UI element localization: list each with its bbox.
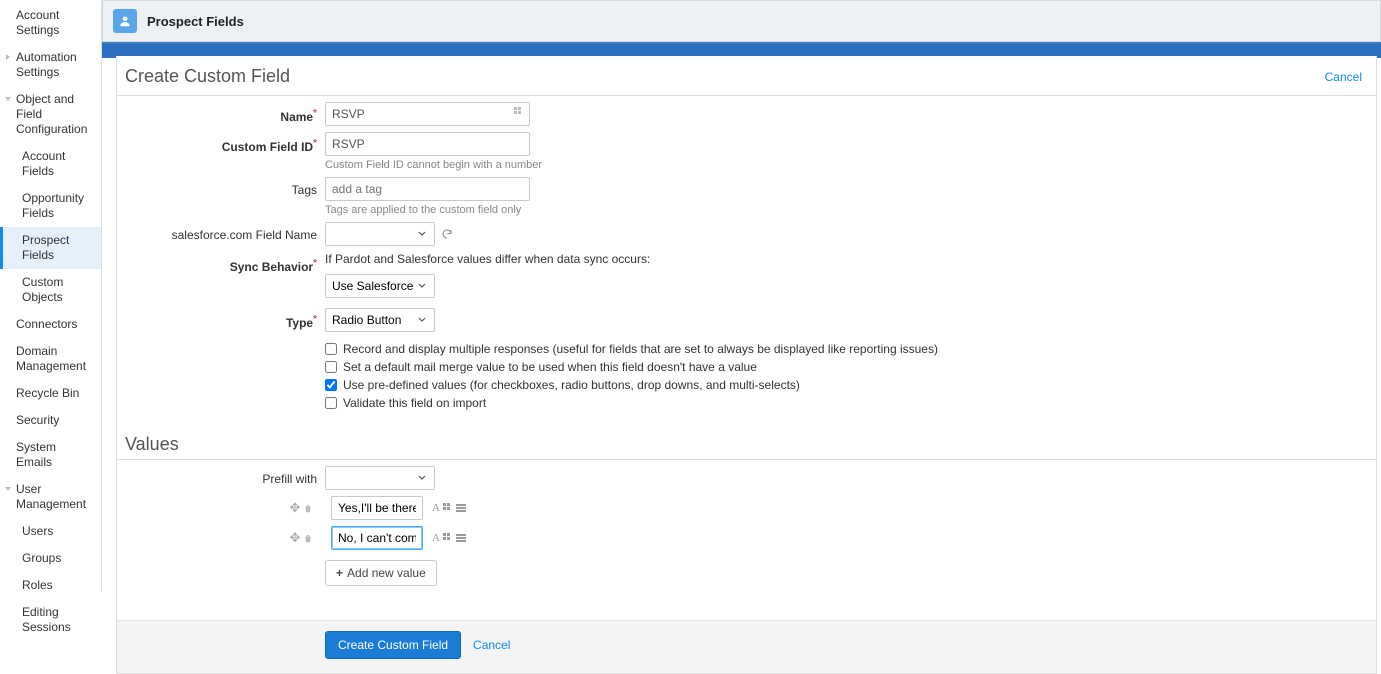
add-new-value-label: Add new value	[347, 566, 426, 580]
label-custom-field-id: Custom Field ID*	[125, 132, 325, 154]
trash-icon[interactable]	[303, 533, 317, 544]
row-sync: Sync Behavior* If Pardot and Salesforce …	[125, 252, 1368, 298]
sidebar-item-object-field-config[interactable]: Object and Field Configuration	[0, 86, 101, 143]
create-custom-field-button[interactable]: Create Custom Field	[325, 631, 461, 659]
help-tags: Tags are applied to the custom field onl…	[325, 204, 1368, 216]
sidebar-item-account-fields[interactable]: Account Fields	[0, 143, 101, 185]
content-card: Create Custom Field Cancel Name*	[116, 56, 1377, 674]
sidebar-item-automation-settings[interactable]: Automation Settings	[0, 44, 101, 86]
checkbox-record-multi-input[interactable]	[325, 343, 337, 355]
checkbox-validate-import-label: Validate this field on import	[343, 396, 486, 410]
value-input[interactable]	[331, 496, 423, 520]
name-input[interactable]	[325, 102, 530, 126]
drag-handle-icon[interactable]: ✥	[289, 530, 301, 546]
sidebar: Account Settings Automation Settings Obj…	[0, 0, 102, 591]
sidebar-item-system-emails[interactable]: System Emails	[0, 434, 101, 476]
prefill-select[interactable]	[325, 466, 435, 490]
checkbox-predefined-label: Use pre-defined values (for checkboxes, …	[343, 378, 800, 392]
sidebar-item-opportunity-fields[interactable]: Opportunity Fields	[0, 185, 101, 227]
row-sf-field: salesforce.com Field Name	[125, 222, 1368, 246]
sf-field-select[interactable]	[325, 222, 435, 246]
cancel-link-bottom[interactable]: Cancel	[473, 638, 510, 652]
checkbox-mail-merge-input[interactable]	[325, 361, 337, 373]
help-custom-field-id: Custom Field ID cannot begin with a numb…	[325, 159, 1368, 171]
checkbox-record-multi[interactable]: Record and display multiple responses (u…	[325, 342, 1368, 356]
plus-icon: +	[336, 566, 343, 580]
value-row: ✥ A	[125, 526, 1368, 550]
drag-handle-icon[interactable]: ✥	[289, 500, 301, 516]
row-add-value: + Add new value	[125, 556, 1368, 586]
checkbox-predefined-input[interactable]	[325, 379, 337, 391]
grid-icon[interactable]	[443, 503, 453, 513]
sidebar-item-account-settings[interactable]: Account Settings	[0, 2, 101, 44]
list-icon[interactable]	[456, 533, 466, 543]
header-strip	[102, 42, 1381, 56]
grid-icon[interactable]	[443, 533, 453, 543]
value-row: ✥ A	[125, 496, 1368, 520]
list-icon[interactable]	[456, 503, 466, 513]
sidebar-item-connectors[interactable]: Connectors	[0, 311, 101, 338]
page-title: Prospect Fields	[147, 14, 244, 29]
label-sync: Sync Behavior*	[125, 252, 325, 274]
checkbox-mail-merge[interactable]: Set a default mail merge value to be use…	[325, 360, 1368, 374]
trash-icon[interactable]	[303, 503, 317, 514]
refresh-icon[interactable]	[441, 228, 453, 240]
text-format-icon[interactable]: A	[432, 502, 440, 514]
checkbox-mail-merge-label: Set a default mail merge value to be use…	[343, 360, 757, 374]
label-prefill: Prefill with	[125, 466, 325, 486]
text-format-icon[interactable]: A	[432, 532, 440, 544]
row-prefill: Prefill with	[125, 466, 1368, 490]
cancel-link-top[interactable]: Cancel	[1325, 70, 1362, 84]
checkbox-predefined[interactable]: Use pre-defined values (for checkboxes, …	[325, 378, 1368, 392]
card-heading: Create Custom Field	[125, 66, 290, 87]
type-select[interactable]: Radio Button	[325, 308, 435, 332]
sidebar-item-security[interactable]: Security	[0, 407, 101, 434]
label-name: Name*	[125, 102, 325, 124]
checkbox-validate-import[interactable]: Validate this field on import	[325, 396, 1368, 410]
sync-intro-text: If Pardot and Salesforce values differ w…	[325, 252, 1368, 266]
value-input[interactable]	[331, 526, 423, 550]
sidebar-item-custom-objects[interactable]: Custom Objects	[0, 269, 101, 311]
sidebar-item-roles[interactable]: Roles	[0, 572, 101, 599]
label-tags: Tags	[125, 177, 325, 197]
sidebar-item-user-management[interactable]: User Management	[0, 476, 101, 518]
sidebar-item-users[interactable]: Users	[0, 518, 101, 545]
values-heading: Values	[125, 434, 1368, 455]
custom-field-id-input[interactable]	[325, 132, 530, 156]
row-tags: Tags Tags are applied to the custom fiel…	[125, 177, 1368, 216]
sidebar-item-prospect-fields[interactable]: Prospect Fields	[0, 227, 101, 269]
checkbox-validate-import-input[interactable]	[325, 397, 337, 409]
sidebar-item-domain-management[interactable]: Domain Management	[0, 338, 101, 380]
sidebar-item-recycle-bin[interactable]: Recycle Bin	[0, 380, 101, 407]
label-type: Type*	[125, 308, 325, 330]
sidebar-item-groups[interactable]: Groups	[0, 545, 101, 572]
sync-select[interactable]: Use Salesforce's value	[325, 274, 435, 298]
sidebar-item-editing-sessions[interactable]: Editing Sessions	[0, 599, 101, 641]
page-header: Prospect Fields	[102, 0, 1381, 42]
user-icon	[113, 9, 137, 33]
checkbox-record-multi-label: Record and display multiple responses (u…	[343, 342, 938, 356]
label-sf-field: salesforce.com Field Name	[125, 222, 325, 242]
row-type: Type* Radio Button Record and display mu…	[125, 308, 1368, 414]
form-footer: Create Custom Field Cancel	[117, 620, 1376, 673]
tags-input[interactable]	[325, 177, 530, 201]
row-name: Name*	[125, 102, 1368, 126]
add-new-value-button[interactable]: + Add new value	[325, 560, 437, 586]
main: Prospect Fields Create Custom Field Canc…	[102, 0, 1381, 591]
row-custom-field-id: Custom Field ID* Custom Field ID cannot …	[125, 132, 1368, 171]
